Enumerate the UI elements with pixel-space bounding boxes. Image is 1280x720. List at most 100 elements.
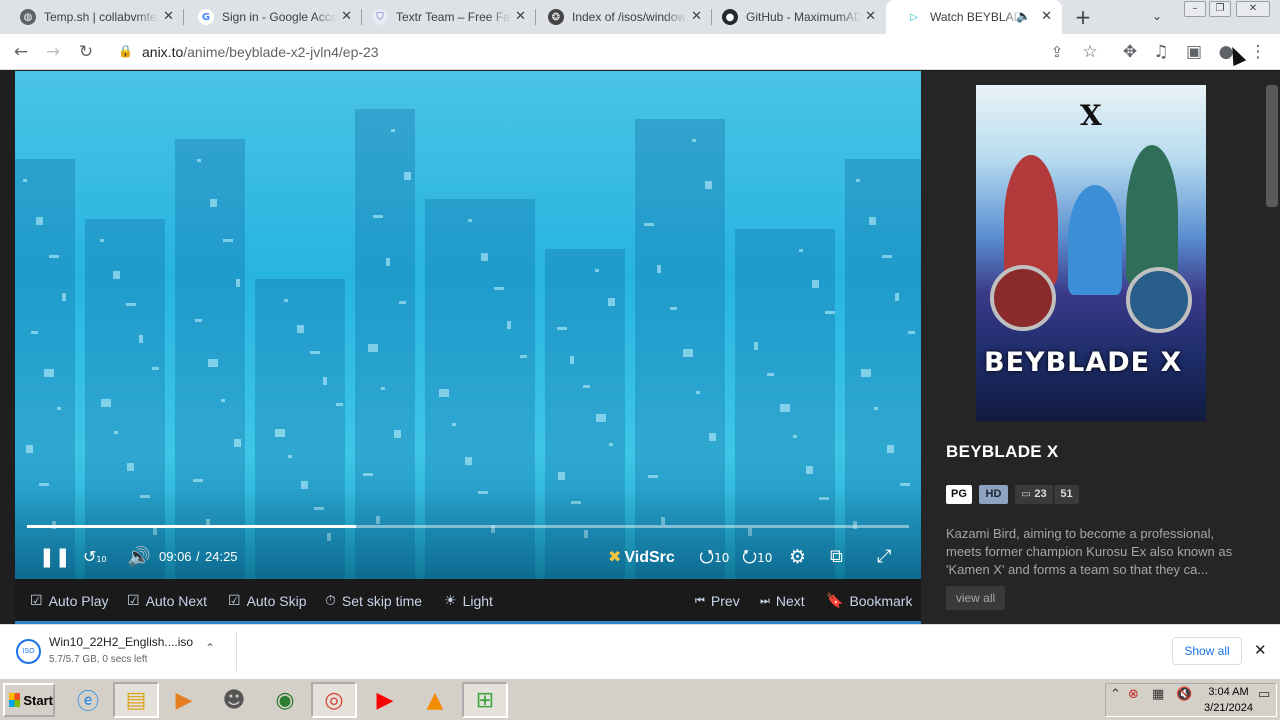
tab-close-icon[interactable]: ✕ (341, 9, 352, 24)
back-arrow-icon[interactable]: ← (10, 41, 32, 63)
tab-title: Index of /isos/windows (572, 10, 687, 24)
light-toggle[interactable]: ☀ Light (444, 593, 493, 609)
show-all-button[interactable]: Show all (1172, 637, 1242, 665)
next-episode-button[interactable]: ⏭ Next (760, 593, 805, 609)
auto-play-label: Auto Play (48, 593, 109, 609)
show-desktop-icon[interactable]: ▭ (1258, 687, 1270, 702)
tab-index-isos[interactable]: ❂ Index of /isos/windows ✕ (528, 0, 712, 34)
reload-icon[interactable]: ↻ (75, 41, 97, 63)
video-window-light (812, 280, 819, 288)
view-all-button[interactable]: view all (946, 586, 1005, 610)
video-window-light (152, 367, 159, 370)
audio-icon[interactable]: 🔈 (1016, 9, 1031, 23)
video-window-light (363, 473, 373, 476)
page-scrollbar[interactable] (1266, 85, 1278, 207)
anime-poster[interactable]: X BEYBLADE X (976, 85, 1206, 421)
side-panel-icon[interactable]: ▣ (1183, 41, 1205, 63)
fullscreen-icon[interactable]: ⤢ (877, 547, 891, 567)
anime-info-sidebar: X BEYBLADE X BEYBLADE X PG HD ▭ 23 51 Ka… (921, 71, 1280, 624)
video-window-light (861, 369, 871, 377)
network-icon[interactable]: ▦ (1152, 687, 1164, 702)
tab-github[interactable]: ● GitHub - MaximumADHD ✕ (702, 0, 886, 34)
tab-temp-sh[interactable]: ◍ Temp.sh | collabvmteam ✕ (0, 0, 184, 34)
close-icon[interactable]: ✕ (1254, 641, 1267, 659)
close-window-button[interactable]: ✕ (1236, 1, 1270, 17)
tab-close-icon[interactable]: ✕ (691, 9, 702, 24)
pause-icon[interactable]: ❚❚ (39, 547, 71, 567)
clock-time[interactable]: 3:04 AM (1201, 686, 1256, 698)
forward-arrow-icon[interactable]: → (42, 41, 64, 63)
rewind-10-icon[interactable]: ↺10 (83, 547, 107, 570)
prev-episode-button[interactable]: ⏮ Prev (695, 593, 740, 609)
minimize-button[interactable]: – (1184, 1, 1206, 17)
menu-kebab-icon[interactable]: ⋮ (1247, 41, 1269, 63)
media-control-icon[interactable]: ♫ (1150, 41, 1172, 63)
tab-close-icon[interactable]: ✕ (865, 9, 876, 24)
tab-close-icon[interactable]: ✕ (515, 9, 526, 24)
poster-beyblade (1126, 267, 1192, 333)
restore-button[interactable]: ❐ (1209, 1, 1231, 17)
set-skip-time-button[interactable]: ⏱ Set skip time (325, 593, 422, 609)
share-icon[interactable]: ⇪ (1046, 41, 1068, 63)
windows-logo-icon (9, 693, 21, 707)
auto-next-label: Auto Next (145, 593, 208, 609)
play-icon: ▷ (906, 9, 922, 25)
next-label: Next (775, 593, 805, 609)
rewind-10-button-icon[interactable]: ⭯10 (699, 547, 729, 568)
windows-app-icon[interactable]: ⊞ (462, 682, 508, 718)
progress-bar[interactable] (27, 525, 909, 528)
file-explorer-icon[interactable]: ▤ (113, 682, 159, 718)
tab-search-chevron-icon[interactable]: ⌄ (1152, 9, 1162, 23)
media-player-icon[interactable]: ▶ (161, 682, 207, 718)
video-window-light (494, 287, 504, 290)
tab-google-signin[interactable]: G Sign in - Google Accounts ✕ (178, 0, 362, 34)
video-window-light (439, 389, 449, 397)
chrome-icon[interactable]: ◎ (311, 682, 357, 718)
tab-close-icon[interactable]: ✕ (163, 9, 174, 24)
auto-play-toggle[interactable]: ☑ Auto Play (30, 593, 109, 609)
lock-icon[interactable]: 🔒 (118, 44, 133, 58)
address-bar[interactable]: anix.to/anime/beyblade-x2-jvln4/ep-23 (142, 44, 379, 60)
network-error-icon[interactable]: ⊗ (1128, 687, 1139, 702)
raccoon-app-icon[interactable]: ☻ (211, 682, 257, 718)
star-icon[interactable]: ☆ (1079, 41, 1101, 63)
tab-watch-beyblade[interactable]: ▷ Watch BEYBLADE X 🔈 ✕ (886, 0, 1062, 34)
video-window-light (394, 430, 401, 438)
vidsrc-mark-icon: ✖ (608, 547, 622, 566)
globe-app-icon[interactable]: ◉ (262, 682, 308, 718)
video-window-light (275, 429, 285, 437)
video-window-light (900, 483, 910, 486)
tab-close-icon[interactable]: ✕ (1041, 9, 1052, 24)
poster-character (1126, 145, 1178, 285)
video-window-light (223, 239, 233, 242)
clock-date[interactable]: 3/21/2024 (1199, 702, 1258, 714)
video-window-light (507, 321, 511, 329)
forward-10-button-icon[interactable]: ⭮10 (742, 547, 772, 568)
video-window-light (36, 217, 43, 225)
video-window-light (887, 445, 894, 453)
url-path: /anime/beyblade-x2-jvln4/ep-23 (183, 44, 379, 60)
tab-textr[interactable]: ⛉ Textr Team – Free Fake ✕ (352, 0, 536, 34)
download-file-name[interactable]: Win10_22H2_English....iso (49, 635, 193, 649)
auto-skip-toggle[interactable]: ☑ Auto Skip (228, 593, 307, 609)
video-window-light (31, 331, 38, 334)
picture-in-picture-icon[interactable]: ⧉ (830, 547, 843, 567)
start-button[interactable]: Start (3, 683, 55, 717)
youtube-icon[interactable]: ▶ (362, 682, 408, 718)
settings-gear-icon[interactable]: ⚙ (789, 547, 806, 567)
video-window-light (197, 159, 201, 162)
internet-explorer-icon[interactable]: ⓔ (65, 682, 111, 718)
video-window-light (39, 483, 49, 486)
new-tab-button[interactable]: + (1072, 6, 1094, 28)
volume-muted-icon[interactable]: 🔇 (1176, 687, 1192, 702)
video-window-light (301, 481, 308, 489)
tray-expand-icon[interactable]: ⌃ (1110, 687, 1121, 702)
volume-icon[interactable]: 🔊 (127, 547, 151, 567)
video-player[interactable]: ❚❚ ↺10 🔊 09:06 / 24:25 ✖ VidSrc ⭯10 ⭮10 ⚙… (15, 71, 921, 579)
auto-next-toggle[interactable]: ☑ Auto Next (127, 593, 207, 609)
bookmark-button[interactable]: 🔖 Bookmark (826, 593, 912, 609)
video-window-light (100, 239, 104, 242)
vlc-icon[interactable]: ▲ (412, 682, 458, 718)
chevron-up-icon[interactable]: ⌃ (205, 641, 215, 655)
extensions-icon[interactable]: ✥ (1119, 41, 1141, 63)
